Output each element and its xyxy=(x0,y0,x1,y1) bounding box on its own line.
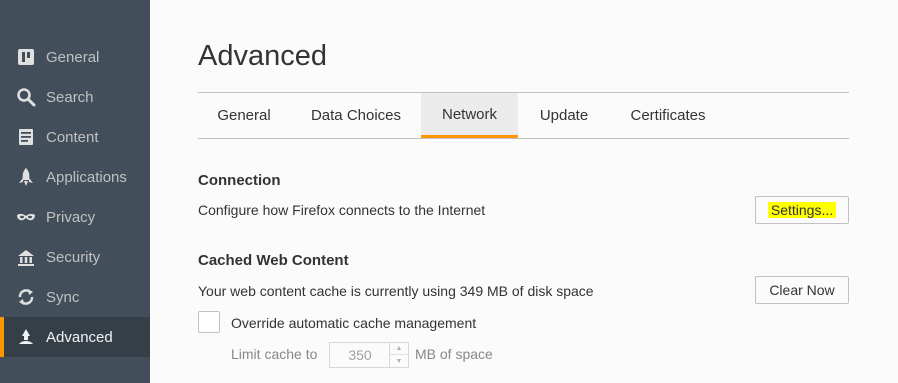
settings-button-label: Settings... xyxy=(767,202,837,218)
tab-network[interactable]: Network xyxy=(421,93,518,138)
sidebar-item-applications[interactable]: Applications xyxy=(0,157,150,197)
tab-label: Certificates xyxy=(630,107,706,124)
sidebar-item-label: General xyxy=(46,48,100,66)
connection-heading: Connection xyxy=(198,172,281,189)
sidebar-item-privacy[interactable]: Privacy xyxy=(0,197,150,237)
clear-now-button[interactable]: Clear Now xyxy=(755,276,849,304)
clear-now-label: Clear Now xyxy=(769,282,835,298)
tab-certificates[interactable]: Certificates xyxy=(610,93,726,138)
tab-general[interactable]: General xyxy=(198,93,290,138)
sidebar-item-label: Search xyxy=(46,88,94,106)
connection-description: Configure how Firefox connects to the In… xyxy=(198,202,486,218)
cache-size-input[interactable]: 350 ▲ ▼ xyxy=(329,342,409,368)
applications-icon xyxy=(16,167,36,187)
general-icon xyxy=(16,47,36,67)
sidebar-item-sync[interactable]: Sync xyxy=(0,277,150,317)
cache-heading: Cached Web Content xyxy=(198,252,349,269)
security-icon xyxy=(16,247,36,267)
search-icon xyxy=(16,87,36,107)
limit-cache-label: Limit cache to xyxy=(231,346,318,362)
tab-bar: General Data Choices Network Update Cert… xyxy=(198,92,849,139)
spin-up-icon[interactable]: ▲ xyxy=(390,343,408,355)
page-title: Advanced xyxy=(198,40,327,72)
tab-label: Data Choices xyxy=(310,107,402,124)
preferences-window: General Search Content Applications Priv… xyxy=(0,0,898,383)
override-cache-label[interactable]: Override automatic cache management xyxy=(231,315,476,331)
tab-label: Network xyxy=(441,105,497,123)
tab-data-choices[interactable]: Data Choices xyxy=(293,93,419,138)
sidebar-item-content[interactable]: Content xyxy=(0,117,150,157)
tab-update[interactable]: Update xyxy=(519,93,609,138)
sidebar-item-label: Applications xyxy=(46,168,127,186)
advanced-icon xyxy=(16,327,36,347)
sidebar-item-security[interactable]: Security xyxy=(0,237,150,277)
sidebar-item-label: Sync xyxy=(46,288,80,306)
cache-size-spinner[interactable]: ▲ ▼ xyxy=(389,343,408,367)
sidebar-item-advanced[interactable]: Advanced xyxy=(0,317,150,357)
cache-unit-label: MB of space xyxy=(415,346,493,362)
sidebar-item-label: Privacy xyxy=(46,208,96,226)
tab-label: General xyxy=(217,107,271,124)
sidebar-item-label: Security xyxy=(46,248,101,266)
spin-down-icon[interactable]: ▼ xyxy=(390,355,408,367)
content-icon xyxy=(16,127,36,147)
sidebar-item-general[interactable]: General xyxy=(0,37,150,77)
override-cache-checkbox[interactable] xyxy=(198,311,220,333)
sidebar-item-label: Content xyxy=(46,128,99,146)
sidebar: General Search Content Applications Priv… xyxy=(0,0,150,383)
cache-description: Your web content cache is currently usin… xyxy=(198,283,594,299)
sidebar-item-label: Advanced xyxy=(46,328,113,346)
cache-size-value: 350 xyxy=(348,347,372,363)
privacy-mask-icon xyxy=(16,207,36,227)
sync-icon xyxy=(16,287,36,307)
tab-label: Update xyxy=(539,107,589,124)
sidebar-item-search[interactable]: Search xyxy=(0,77,150,117)
connection-settings-button[interactable]: Settings... xyxy=(755,196,849,224)
